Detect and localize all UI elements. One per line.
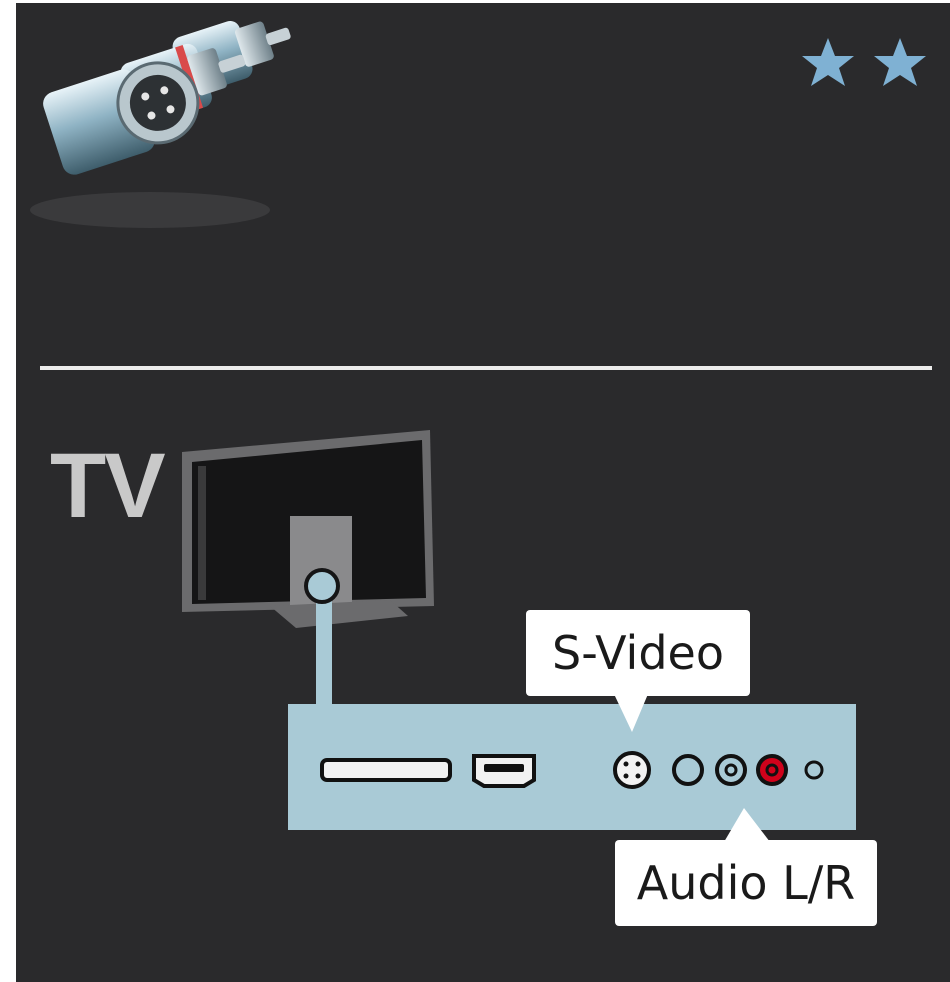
audio-lr-callout: Audio L/R [615, 840, 877, 926]
s-video-callout: S-Video [526, 610, 750, 696]
callout-pointers [614, 694, 770, 842]
